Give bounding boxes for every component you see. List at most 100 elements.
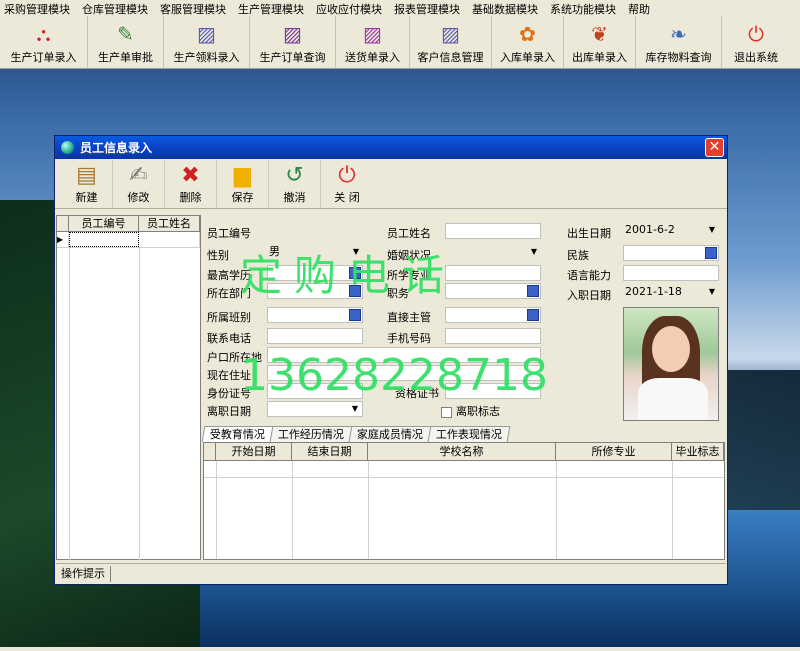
phone-input[interactable] — [267, 328, 363, 344]
table-row[interactable]: ▶ — [57, 232, 200, 248]
save-icon: ▆ — [234, 162, 251, 188]
detail-tabs: 受教育情况 工作经历情况 家庭成员情况 工作表现情况 — [201, 426, 725, 442]
education-grid[interactable]: 开始日期 结束日期 学校名称 所修专业 毕业标志 — [203, 442, 725, 560]
butterfly-icon: ❦ — [591, 22, 608, 46]
feather-icon: ❧ — [670, 22, 687, 46]
team-input[interactable] — [267, 307, 363, 323]
menu-item[interactable]: 采购管理模块 — [4, 1, 70, 17]
label-language: 语言能力 — [567, 269, 611, 282]
delete-button[interactable]: ✖ 删除 — [165, 159, 217, 208]
column-header[interactable]: 员工姓名 — [139, 216, 200, 231]
label-join-date: 入职日期 — [567, 289, 611, 302]
notepad-icon: ▤ — [76, 162, 97, 188]
production-order-entry-button[interactable]: ⛬ 生产订单录入 — [0, 16, 88, 68]
watermark-order-text: 定购电话 — [240, 251, 457, 300]
education-grid-header: 开始日期 结束日期 学校名称 所修专业 毕业标志 — [204, 443, 724, 461]
mobile-input[interactable] — [445, 328, 541, 344]
label-phone: 联系电话 — [207, 332, 251, 345]
tab-performance[interactable]: 工作表现情况 — [427, 426, 511, 442]
undo-button[interactable]: ↺ 撤消 — [269, 159, 321, 208]
exit-system-button[interactable]: ⏻ 退出系统 — [722, 16, 790, 68]
column-header[interactable]: 结束日期 — [292, 443, 368, 460]
language-input[interactable] — [623, 265, 719, 281]
outbound-entry-button[interactable]: ❦ 出库单录入 — [564, 16, 636, 68]
window-close-button[interactable]: ✕ — [705, 138, 724, 157]
inventory-query-button[interactable]: ❧ 库存物料查询 — [636, 16, 722, 68]
production-order-query-button[interactable]: ▨ 生产订单查询 — [250, 16, 336, 68]
chevron-down-icon: ▼ — [530, 247, 538, 256]
label-emp-no: 员工编号 — [207, 227, 251, 240]
edit-button[interactable]: ✍ 修改 — [113, 159, 165, 208]
document-icon: ▨ — [441, 22, 460, 46]
watermark-phone: 13628228718 — [240, 350, 548, 401]
column-header[interactable]: 所修专业 — [556, 443, 672, 460]
close-button[interactable]: ⏻ 关 闭 — [321, 160, 373, 208]
menu-item[interactable]: 应收应付模块 — [316, 1, 382, 17]
window-toolbar: ▤ 新建 ✍ 修改 ✖ 删除 ▆ 保存 ↺ 撤消 ⏻ 关 闭 — [55, 159, 727, 209]
chevron-down-icon: ▼ — [708, 287, 716, 296]
birth-date-picker[interactable]: 2001-6-2 ▼ — [623, 223, 719, 239]
checkbox-icon — [441, 406, 452, 418]
power-icon: ⏻ — [748, 22, 764, 46]
label-supervisor: 直接主管 — [387, 311, 431, 324]
join-date-picker[interactable]: 2021-1-18 ▼ — [623, 285, 719, 301]
undo-icon: ↺ — [285, 162, 304, 188]
globe-icon — [61, 141, 74, 154]
delivery-note-entry-button[interactable]: ▨ 送货单录入 — [336, 16, 410, 68]
material-requisition-button[interactable]: ▨ 生产领料录入 — [164, 16, 250, 68]
window-title-bar[interactable]: 员工信息录入 — [55, 136, 727, 159]
window-title: 员工信息录入 — [80, 141, 153, 155]
lookup-icon[interactable] — [527, 309, 539, 321]
chevron-down-icon: ▼ — [708, 225, 716, 234]
employee-list-grid[interactable]: 员工编号 员工姓名 ▶ — [56, 215, 201, 560]
menu-item[interactable]: 基础数据模块 — [472, 1, 538, 17]
new-button[interactable]: ▤ 新建 — [61, 159, 113, 208]
close-icon: ⏻ — [338, 162, 356, 188]
status-text: 操作提示 — [56, 565, 111, 582]
position-input[interactable] — [445, 283, 541, 299]
leave-date-picker[interactable]: ▼ — [267, 401, 363, 417]
main-menu-bar: 采购管理模块 仓库管理模块 客服管理模块 生产管理模块 应收应付模块 报表管理模… — [0, 0, 800, 17]
column-header[interactable]: 开始日期 — [216, 443, 292, 460]
production-approval-button[interactable]: ✎ 生产单审批 — [88, 16, 164, 68]
customer-info-button[interactable]: ▨ 客户信息管理 — [410, 16, 492, 68]
menu-item-help[interactable]: 帮助 — [628, 1, 650, 17]
delete-icon: ✖ — [181, 162, 200, 188]
pdf-icon: ⛬ — [36, 22, 51, 46]
pencil-icon: ✎ — [117, 22, 134, 46]
lookup-icon[interactable] — [527, 285, 539, 297]
chevron-down-icon: ▼ — [351, 404, 359, 413]
marital-select[interactable]: ▼ — [445, 245, 541, 261]
document-icon: ▨ — [283, 22, 302, 46]
major-input[interactable] — [445, 265, 541, 281]
main-toolbar: ⛬ 生产订单录入 ✎ 生产单审批 ▨ 生产领料录入 ▨ 生产订单查询 ▨ 送货单录入 ▨ 客… — [0, 16, 800, 69]
lookup-icon[interactable] — [349, 309, 361, 321]
save-button[interactable]: ▆ 保存 — [217, 159, 269, 208]
taskbar — [0, 647, 800, 651]
column-header[interactable]: 毕业标志 — [672, 443, 724, 460]
ethnic-input[interactable] — [623, 245, 719, 261]
emp-name-input[interactable] — [445, 223, 541, 239]
column-header[interactable]: 员工编号 — [69, 216, 139, 231]
edit-icon: ✍ — [129, 162, 148, 188]
lookup-icon[interactable] — [705, 247, 717, 259]
menu-item[interactable]: 仓库管理模块 — [82, 1, 148, 17]
menu-item[interactable]: 报表管理模块 — [394, 1, 460, 17]
tab-work-history[interactable]: 工作经历情况 — [269, 426, 353, 442]
label-gender: 性别 — [207, 249, 229, 262]
employee-photo — [623, 307, 719, 421]
menu-item[interactable]: 系统功能模块 — [550, 1, 616, 17]
column-header[interactable]: 学校名称 — [368, 443, 556, 460]
label-emp-name: 员工姓名 — [387, 227, 431, 240]
label-ethnic: 民族 — [567, 249, 589, 262]
tab-education[interactable]: 受教育情况 — [201, 426, 274, 442]
inbound-entry-button[interactable]: ✿ 入库单录入 — [492, 16, 564, 68]
label-leave-date: 离职日期 — [207, 405, 251, 418]
tab-family[interactable]: 家庭成员情况 — [348, 426, 432, 442]
menu-item[interactable]: 客服管理模块 — [160, 1, 226, 17]
leave-flag-checkbox[interactable]: 离职标志 — [441, 403, 500, 419]
menu-item[interactable]: 生产管理模块 — [238, 1, 304, 17]
label-team: 所属班别 — [207, 311, 251, 324]
status-bar: 操作提示 — [56, 563, 726, 583]
supervisor-input[interactable] — [445, 307, 541, 323]
